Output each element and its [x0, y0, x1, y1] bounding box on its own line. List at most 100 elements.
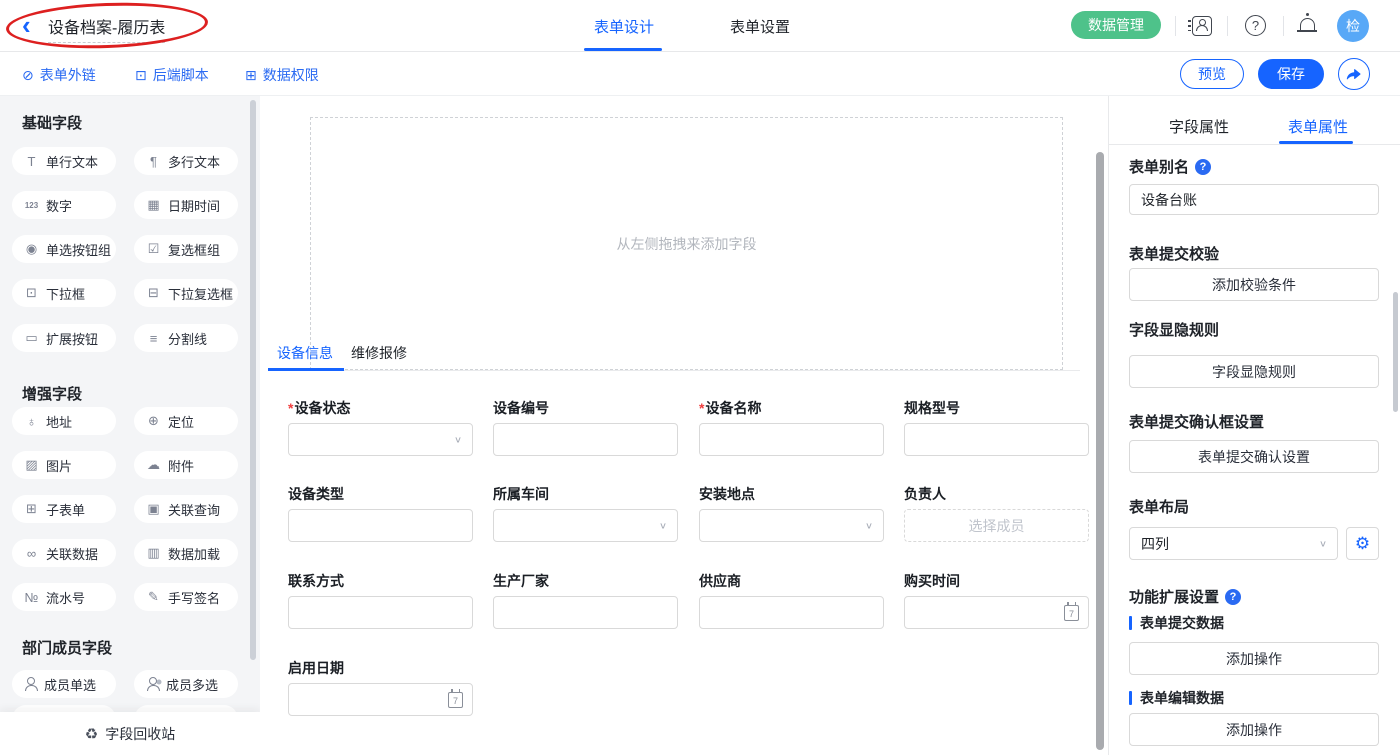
- form-field-contact: 联系方式: [288, 573, 473, 629]
- device-type-input[interactable]: [288, 509, 473, 542]
- tab-form-properties[interactable]: 表单属性: [1287, 116, 1349, 137]
- form-field-spec-model: 规格型号: [904, 400, 1089, 456]
- contacts-book-icon[interactable]: [1192, 16, 1212, 36]
- form-field-device-status: *设备状态 ∨: [288, 400, 473, 456]
- field-pill-checkbox-group[interactable]: ☑复选框组: [134, 235, 238, 263]
- form-field-install-location: 安装地点 ∨: [699, 486, 884, 542]
- submit-confirm-label: 表单提交确认框设置: [1129, 411, 1264, 432]
- canvas-scrollbar[interactable]: [1096, 152, 1104, 750]
- field-pill-image[interactable]: ▨图片: [12, 451, 116, 479]
- question-badge-icon[interactable]: ?: [1225, 589, 1241, 605]
- add-action-submit-button[interactable]: 添加操作: [1129, 642, 1379, 675]
- device-status-select[interactable]: ∨: [288, 423, 473, 456]
- canvas-tab-device-info[interactable]: 设备信息: [277, 343, 333, 363]
- tab-form-settings[interactable]: 表单设置: [720, 16, 800, 37]
- contact-input[interactable]: [288, 596, 473, 629]
- share-button[interactable]: [1338, 58, 1370, 90]
- attachment-icon: ☁: [146, 457, 161, 473]
- form-field-workshop: 所属车间 ∨: [493, 486, 678, 542]
- linked-query-icon: ▣: [146, 501, 161, 517]
- bell-icon[interactable]: [1300, 18, 1315, 31]
- field-pill-signature[interactable]: ✎手写签名: [134, 583, 238, 611]
- add-validation-button[interactable]: 添加校验条件: [1129, 268, 1379, 301]
- form-layout-select[interactable]: 四列 ∨: [1129, 527, 1338, 560]
- preview-button[interactable]: 预览: [1180, 59, 1244, 89]
- field-pill-divider-line[interactable]: ≡分割线: [134, 324, 238, 352]
- spec-model-input[interactable]: [904, 423, 1089, 456]
- field-recycle-bin[interactable]: ♻ 字段回收站: [0, 712, 260, 755]
- device-code-input[interactable]: [493, 423, 678, 456]
- data-load-icon: ▥: [146, 545, 161, 561]
- field-pill-multi-line-text[interactable]: ¶多行文本: [134, 147, 238, 175]
- people-icon: [146, 677, 159, 691]
- panel-scrollbar[interactable]: [1393, 292, 1398, 412]
- data-permission-icon: ⊞: [245, 67, 257, 84]
- help-icon[interactable]: ?: [1245, 15, 1266, 36]
- tab-field-properties[interactable]: 字段属性: [1168, 116, 1230, 137]
- select-member-button[interactable]: 选择成员: [904, 509, 1089, 542]
- field-pill-single-line-text[interactable]: T单行文本: [12, 147, 116, 175]
- locate-icon: ⊕: [146, 413, 161, 429]
- canvas-tab-repair[interactable]: 维修报修: [351, 343, 407, 363]
- form-external-link[interactable]: ⊘ 表单外链: [22, 65, 96, 85]
- backend-script-link[interactable]: ⊡ 后端脚本: [135, 65, 209, 85]
- number-icon: 123: [24, 201, 39, 210]
- question-badge-icon[interactable]: ?: [1195, 159, 1211, 175]
- single-line-text-icon: T: [24, 154, 39, 169]
- field-pill-member-multi[interactable]: 成员多选: [134, 670, 238, 698]
- purchase-time-input[interactable]: 7: [904, 596, 1089, 629]
- serial-number-icon: №: [24, 590, 39, 605]
- person-icon: [24, 677, 37, 691]
- field-pill-dropdown[interactable]: ⊡下拉框: [12, 279, 116, 307]
- enable-date-input[interactable]: 7: [288, 683, 473, 716]
- form-design-canvas: 从左侧拖拽来添加字段 设备信息 维修报修 *设备状态 ∨ 设备编号 *设备名称 …: [260, 96, 1108, 755]
- data-permission-link[interactable]: ⊞ 数据权限: [245, 65, 319, 85]
- avatar[interactable]: 检: [1337, 10, 1369, 42]
- tab-form-design[interactable]: 表单设计: [584, 16, 664, 37]
- field-pill-radio-group[interactable]: ◉单选按钮组: [12, 235, 116, 263]
- data-manage-button[interactable]: 数据管理: [1071, 11, 1161, 39]
- workshop-select[interactable]: ∨: [493, 509, 678, 542]
- sidebar-scrollbar[interactable]: [250, 100, 256, 660]
- field-pill-datetime[interactable]: ▦日期时间: [134, 191, 238, 219]
- field-dropzone[interactable]: 从左侧拖拽来添加字段: [310, 117, 1063, 370]
- tab-underline: [268, 370, 1080, 371]
- save-button[interactable]: 保存: [1258, 59, 1324, 89]
- form-toolbar: ⊘ 表单外链 ⊡ 后端脚本 ⊞ 数据权限 预览 保存: [0, 52, 1400, 96]
- divider: [1227, 16, 1228, 36]
- supplier-input[interactable]: [699, 596, 884, 629]
- field-pill-subform[interactable]: ⊞子表单: [12, 495, 116, 523]
- field-pill-linked-query[interactable]: ▣关联查询: [134, 495, 238, 523]
- radio-group-icon: ◉: [24, 241, 39, 257]
- add-action-edit-button[interactable]: 添加操作: [1129, 713, 1379, 746]
- field-visibility-button[interactable]: 字段显隐规则: [1129, 355, 1379, 388]
- checkbox-group-icon: ☑: [146, 241, 161, 257]
- field-pill-linked-data[interactable]: ∞关联数据: [12, 539, 116, 567]
- field-pill-attachment[interactable]: ☁附件: [134, 451, 238, 479]
- back-icon[interactable]: ‹: [22, 11, 31, 39]
- layout-settings-button[interactable]: ⚙: [1346, 527, 1379, 560]
- dropzone-placeholder: 从左侧拖拽来添加字段: [617, 234, 757, 254]
- address-icon: ♁: [24, 414, 39, 429]
- manufacturer-input[interactable]: [493, 596, 678, 629]
- field-pill-serial-number[interactable]: №流水号: [12, 583, 116, 611]
- field-pill-member-single[interactable]: 成员单选: [12, 670, 116, 698]
- panel-tab-underline: [1109, 144, 1400, 145]
- field-pill-data-load[interactable]: ▥数据加载: [134, 539, 238, 567]
- form-submit-data-label: 表单提交数据: [1129, 613, 1224, 633]
- device-name-input[interactable]: [699, 423, 884, 456]
- field-pill-extend-button[interactable]: ▭扩展按钮: [12, 324, 116, 352]
- field-pill-multi-dropdown[interactable]: ⊟下拉复选框: [134, 279, 238, 307]
- person-glyph: [1196, 19, 1207, 31]
- field-pill-locate[interactable]: ⊕定位: [134, 407, 238, 435]
- divider: [1283, 16, 1284, 36]
- submit-confirm-button[interactable]: 表单提交确认设置: [1129, 440, 1379, 473]
- gear-icon: ⚙: [1355, 534, 1370, 554]
- field-pill-number[interactable]: 123数字: [12, 191, 116, 219]
- install-location-select[interactable]: ∨: [699, 509, 884, 542]
- signature-icon: ✎: [146, 589, 161, 605]
- form-alias-input[interactable]: [1129, 184, 1379, 215]
- page-title: 设备档案-履历表: [48, 14, 165, 43]
- datetime-icon: ▦: [146, 197, 161, 213]
- field-pill-address[interactable]: ♁地址: [12, 407, 116, 435]
